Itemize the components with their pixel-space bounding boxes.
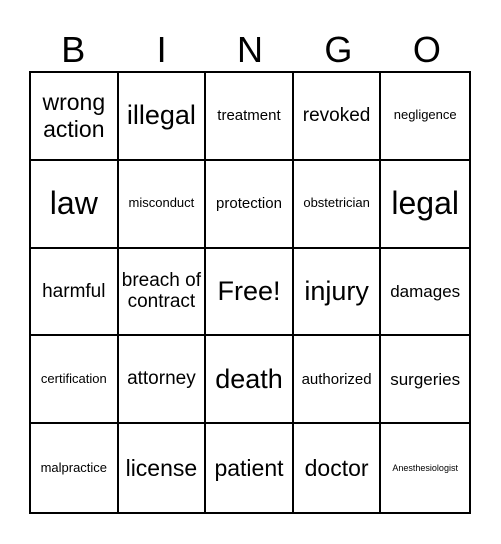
header-letter: G — [324, 29, 353, 70]
bingo-cell[interactable]: protection — [206, 160, 294, 249]
bingo-cell[interactable]: misconduct — [118, 160, 207, 249]
bingo-cell[interactable]: breach of contract — [118, 248, 207, 337]
bingo-cell[interactable]: law — [31, 160, 119, 249]
bingo-cell[interactable]: certification — [31, 336, 119, 425]
bingo-cell[interactable]: illegal — [118, 73, 207, 161]
bingo-cell[interactable]: damages — [381, 249, 469, 337]
bingo-cell[interactable]: injury — [293, 248, 382, 337]
header-letter: I — [156, 29, 167, 70]
bingo-cell[interactable]: Anesthesiologist — [381, 424, 469, 512]
bingo-cell[interactable]: Free! — [206, 248, 294, 337]
bingo-cell[interactable]: harmful — [31, 248, 119, 337]
bingo-cell[interactable]: patient — [206, 424, 294, 512]
bingo-cell[interactable]: obstetrician — [293, 160, 382, 249]
header-letter: B — [61, 29, 86, 70]
bingo-cell[interactable]: doctor — [294, 424, 382, 512]
bingo-cell[interactable]: attorney — [118, 336, 207, 425]
bingo-cell[interactable]: surgeries — [381, 336, 469, 425]
header-letter: O — [412, 29, 441, 70]
bingo-cell[interactable]: revoked — [293, 73, 382, 161]
bingo-cell[interactable]: wrong action — [31, 73, 119, 161]
bingo-cell[interactable]: authorized — [293, 336, 382, 425]
bingo-cell[interactable]: license — [119, 424, 207, 512]
bingo-cell[interactable]: treatment — [206, 73, 294, 161]
bingo-cell[interactable]: negligence — [381, 73, 469, 161]
bingo-cell[interactable]: death — [206, 336, 294, 425]
bingo-cell[interactable]: malpractice — [31, 424, 119, 512]
bingo-cell[interactable]: legal — [381, 161, 469, 249]
bingo-grid: wrong action illegal treatment revoked negli… — [29, 71, 471, 514]
bingo-header: B I N G O — [29, 28, 471, 71]
header-letter: N — [237, 29, 264, 70]
